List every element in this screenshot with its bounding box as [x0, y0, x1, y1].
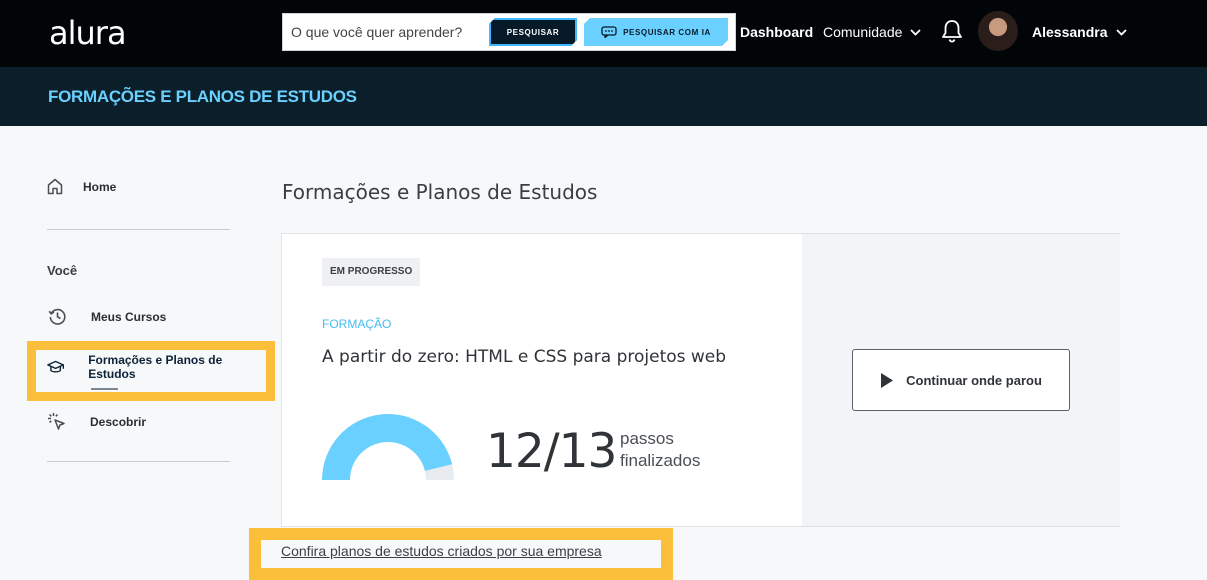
user-menu[interactable]: Alessandra [1032, 24, 1128, 40]
course-kind-label: FORMAÇÃO [322, 317, 392, 331]
top-navbar: alura PESQUISAR PESQUISAR COM IA Dashboa… [0, 0, 1207, 67]
search-bar: PESQUISAR PESQUISAR COM IA [282, 13, 736, 51]
section-banner: FORMAÇÕES E PLANOS DE ESTUDOS [0, 67, 1207, 126]
sidebar-divider [47, 461, 230, 462]
company-study-plans-link[interactable]: Confira planos de estudos criados por su… [281, 543, 602, 559]
course-title[interactable]: A partir do zero: HTML e CSS para projet… [322, 347, 726, 367]
sparkle-cursor-icon [48, 413, 65, 430]
bell-icon[interactable] [940, 18, 964, 44]
section-banner-title: FORMAÇÕES E PLANOS DE ESTUDOS [48, 87, 357, 106]
sidebar-item-meus-cursos[interactable]: Meus Cursos [48, 307, 166, 326]
sidebar-item-label: Descobrir [90, 414, 147, 429]
active-indicator [91, 388, 118, 390]
steps-label: passos finalizados [620, 429, 701, 470]
sidebar-item-descobrir[interactable]: Descobrir [47, 412, 146, 431]
search-button[interactable]: PESQUISAR [489, 18, 577, 46]
sidebar-item-label: Meus Cursos [91, 309, 167, 324]
graduation-cap-icon [47, 360, 65, 372]
ai-search-button-label: PESQUISAR COM IA [623, 27, 711, 37]
nav-community-dropdown[interactable]: Comunidade [823, 24, 922, 40]
home-icon [47, 178, 63, 195]
history-icon [48, 308, 66, 325]
user-name: Alessandra [1032, 24, 1108, 40]
sidebar-section-title: Você [47, 263, 78, 278]
search-input[interactable] [291, 14, 486, 50]
sidebar-item-formacoes[interactable]: Formações e Planos de Estudos [47, 353, 247, 381]
progress-gauge [322, 414, 454, 480]
alura-logo[interactable]: alura [49, 14, 127, 52]
course-progress-card: EM PROGRESSO FORMAÇÃO A partir do zero: … [281, 233, 1120, 527]
sidebar-divider [47, 229, 230, 230]
nav-dashboard-link[interactable]: Dashboard [740, 24, 813, 40]
sidebar-item-home[interactable]: Home [47, 178, 116, 195]
status-badge: EM PROGRESSO [322, 258, 421, 286]
continue-button-label: Continuar onde parou [906, 372, 1042, 388]
card-action-panel: Continuar onde parou [802, 234, 1120, 526]
nav-community-label: Comunidade [823, 24, 903, 40]
page-title: Formações e Planos de Estudos [282, 180, 598, 204]
chevron-down-icon [910, 28, 922, 36]
play-icon [881, 372, 894, 388]
sidebar-item-label: Home [83, 179, 117, 194]
avatar[interactable] [978, 11, 1018, 51]
sidebar-item-label: Formações e Planos de Estudos [88, 353, 223, 381]
chevron-down-icon [1116, 28, 1128, 36]
steps-count: 12/13 [486, 424, 617, 479]
ai-chat-icon [601, 26, 617, 38]
search-button-label: PESQUISAR [506, 27, 560, 37]
continue-button[interactable]: Continuar onde parou [852, 349, 1070, 411]
ai-search-button[interactable]: PESQUISAR COM IA [584, 18, 728, 46]
